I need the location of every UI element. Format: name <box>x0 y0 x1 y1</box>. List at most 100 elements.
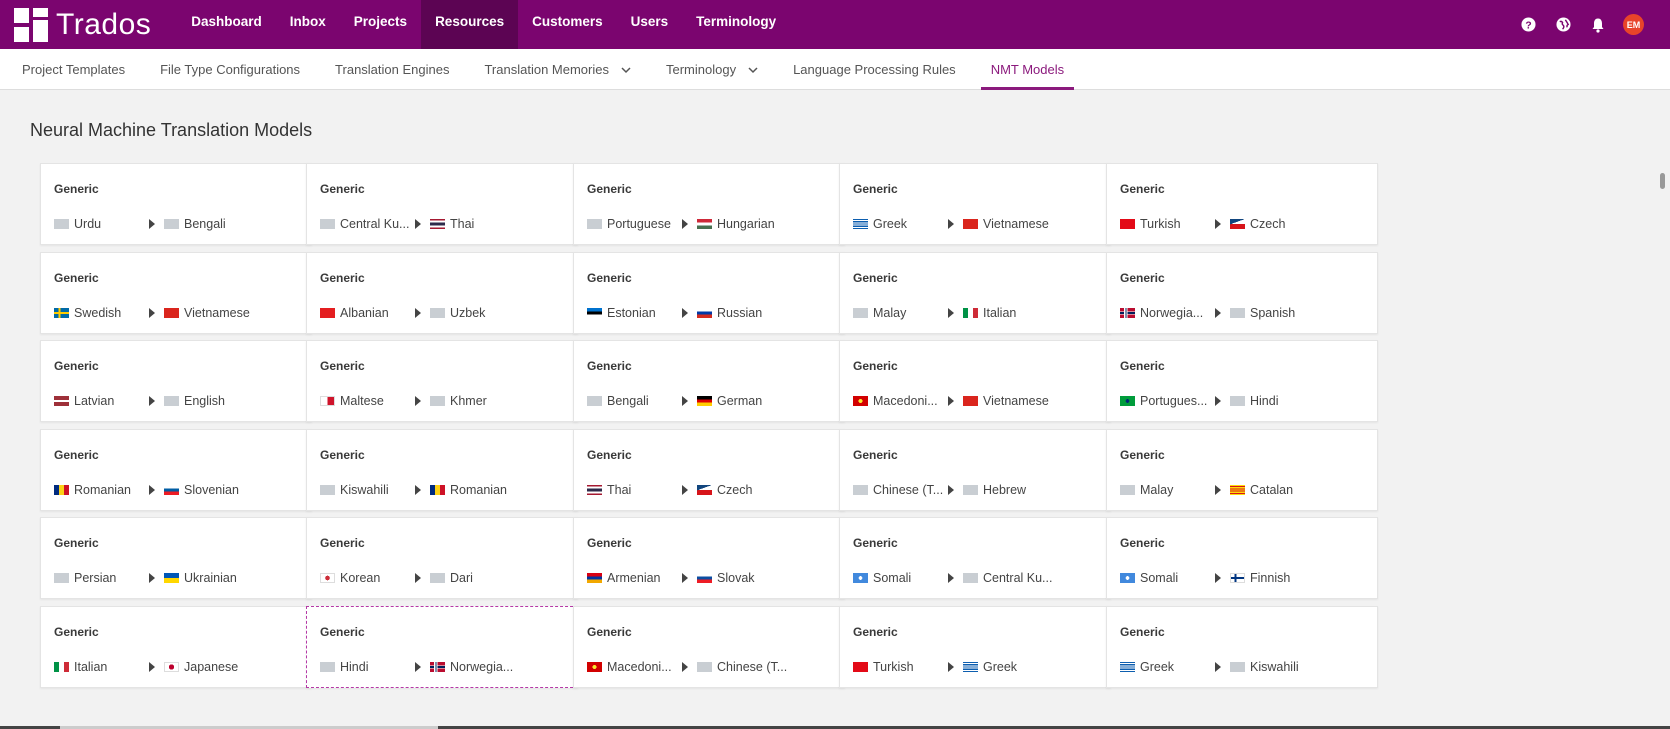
tab-translation-memories[interactable]: Translation Memories <box>474 49 641 90</box>
source-language-label: Macedoni... <box>607 660 672 674</box>
nav-item-inbox[interactable]: Inbox <box>276 0 340 49</box>
model-type: Generic <box>320 359 365 373</box>
trados-logo[interactable]: Trados <box>14 0 151 49</box>
flag-icon <box>697 308 712 318</box>
vertical-scrollbar-thumb[interactable] <box>1660 173 1665 189</box>
source-language: Malay <box>1120 483 1173 497</box>
nav-item-resources[interactable]: Resources <box>421 0 519 49</box>
flag-icon <box>963 662 978 672</box>
top-bar: Trados Dashboard Inbox Projects Resources Cu… <box>0 0 1670 49</box>
globe-icon[interactable] <box>1553 15 1573 35</box>
nmt-model-card[interactable]: Generic Macedoni... Vietnamese <box>839 340 1111 422</box>
nmt-model-card[interactable]: Generic Turkish Czech <box>1106 163 1378 245</box>
flag-icon <box>963 485 978 495</box>
nmt-model-card[interactable]: Generic Italian Japanese <box>40 606 312 688</box>
target-language: Hindi <box>1230 394 1279 408</box>
nav-item-projects[interactable]: Projects <box>340 0 421 49</box>
user-avatar[interactable]: EM <box>1623 14 1644 35</box>
flag-icon <box>963 396 978 406</box>
nmt-model-card[interactable]: Generic Urdu Bengali <box>40 163 312 245</box>
arrow-right-icon <box>1215 662 1221 672</box>
flag-icon <box>1120 573 1135 583</box>
arrow-right-icon <box>682 573 688 583</box>
nmt-model-card[interactable]: Generic Portuguese Hungarian <box>573 163 845 245</box>
flag-icon <box>697 219 712 229</box>
model-type: Generic <box>54 182 99 196</box>
target-language: Bengali <box>164 217 226 231</box>
arrow-right-icon <box>149 219 155 229</box>
source-language-label: Italian <box>74 660 108 674</box>
target-language: Vietnamese <box>164 306 250 320</box>
nmt-model-card[interactable]: Generic Malay Italian <box>839 252 1111 334</box>
source-language-label: Hindi <box>340 660 369 674</box>
source-language-label: Estonian <box>607 306 656 320</box>
source-language: Macedoni... <box>587 660 672 674</box>
nmt-model-card[interactable]: Generic Somali Central Ku... <box>839 517 1111 599</box>
nmt-model-card[interactable]: Generic Latvian English <box>40 340 312 422</box>
arrow-right-icon <box>415 308 421 318</box>
tab-language-processing-rules[interactable]: Language Processing Rules <box>783 49 966 90</box>
nmt-model-card[interactable]: Generic Macedoni... Chinese (T... <box>573 606 845 688</box>
nmt-model-card[interactable]: Generic Somali Finnish <box>1106 517 1378 599</box>
flag-icon <box>320 308 335 318</box>
nmt-model-card[interactable]: Generic Korean Dari <box>306 517 578 599</box>
target-language-label: Bengali <box>184 217 226 231</box>
help-icon[interactable]: ? <box>1518 15 1538 35</box>
flag-icon <box>164 485 179 495</box>
svg-text:?: ? <box>1525 20 1531 31</box>
flag-icon <box>164 396 179 406</box>
model-type: Generic <box>54 359 99 373</box>
source-language: Greek <box>1120 660 1174 674</box>
nmt-model-card[interactable]: Generic Chinese (T... Hebrew <box>839 429 1111 511</box>
nmt-model-card[interactable]: Generic Estonian Russian <box>573 252 845 334</box>
arrow-right-icon <box>1215 396 1221 406</box>
tab-translation-engines[interactable]: Translation Engines <box>325 49 459 90</box>
nav-item-terminology[interactable]: Terminology <box>682 0 790 49</box>
nmt-model-card[interactable]: Generic Portugues... Hindi <box>1106 340 1378 422</box>
source-language: Malay <box>853 306 906 320</box>
nmt-model-card[interactable]: Generic Romanian Slovenian <box>40 429 312 511</box>
source-language-label: Korean <box>340 571 381 585</box>
model-type: Generic <box>587 359 632 373</box>
target-language: Vietnamese <box>963 394 1049 408</box>
bell-icon[interactable] <box>1588 15 1608 35</box>
nmt-model-card[interactable]: Generic Central Ku... Thai <box>306 163 578 245</box>
target-language: Russian <box>697 306 762 320</box>
tab-project-templates[interactable]: Project Templates <box>12 49 135 90</box>
flag-icon <box>54 396 69 406</box>
nav-item-customers[interactable]: Customers <box>518 0 617 49</box>
nav-item-dashboard[interactable]: Dashboard <box>177 0 276 49</box>
nmt-model-card[interactable]: Generic Hindi Norwegia... <box>306 606 578 688</box>
nav-item-users[interactable]: Users <box>617 0 683 49</box>
target-language-label: Russian <box>717 306 763 320</box>
nmt-model-card[interactable]: Generic Turkish Greek <box>839 606 1111 688</box>
nmt-model-card[interactable]: Generic Maltese Khmer <box>306 340 578 422</box>
source-language: Romanian <box>54 483 131 497</box>
nmt-model-card[interactable]: Generic Bengali German <box>573 340 845 422</box>
tab-terminology[interactable]: Terminology <box>656 49 768 90</box>
flag-icon <box>1120 308 1135 318</box>
model-type: Generic <box>587 448 632 462</box>
arrow-right-icon <box>948 308 954 318</box>
nmt-model-card[interactable]: Generic Thai Czech <box>573 429 845 511</box>
target-language-label: German <box>717 394 763 408</box>
source-language-label: Thai <box>607 483 632 497</box>
target-language-label: Slovenian <box>184 483 239 497</box>
nmt-model-card[interactable]: Generic Swedish Vietnamese <box>40 252 312 334</box>
nmt-model-card[interactable]: Generic Greek Kiswahili <box>1106 606 1378 688</box>
target-language-label: Slovak <box>717 571 755 585</box>
nmt-model-card[interactable]: Generic Norwegia... Spanish <box>1106 252 1378 334</box>
source-language-label: Malay <box>1140 483 1174 497</box>
target-language: Romanian <box>430 483 507 497</box>
source-language: Maltese <box>320 394 384 408</box>
chevron-down-icon[interactable] <box>748 65 758 75</box>
nmt-model-card[interactable]: Generic Greek Vietnamese <box>839 163 1111 245</box>
nmt-model-card[interactable]: Generic Malay Catalan <box>1106 429 1378 511</box>
tab-file-type-configurations[interactable]: File Type Configurations <box>150 49 310 90</box>
nmt-model-card[interactable]: Generic Armenian Slovak <box>573 517 845 599</box>
nmt-model-card[interactable]: Generic Persian Ukrainian <box>40 517 312 599</box>
nmt-model-card[interactable]: Generic Kiswahili Romanian <box>306 429 578 511</box>
tab-nmt-models[interactable]: NMT Models <box>980 49 1075 90</box>
chevron-down-icon[interactable] <box>621 65 631 75</box>
nmt-model-card[interactable]: Generic Albanian Uzbek <box>306 252 578 334</box>
